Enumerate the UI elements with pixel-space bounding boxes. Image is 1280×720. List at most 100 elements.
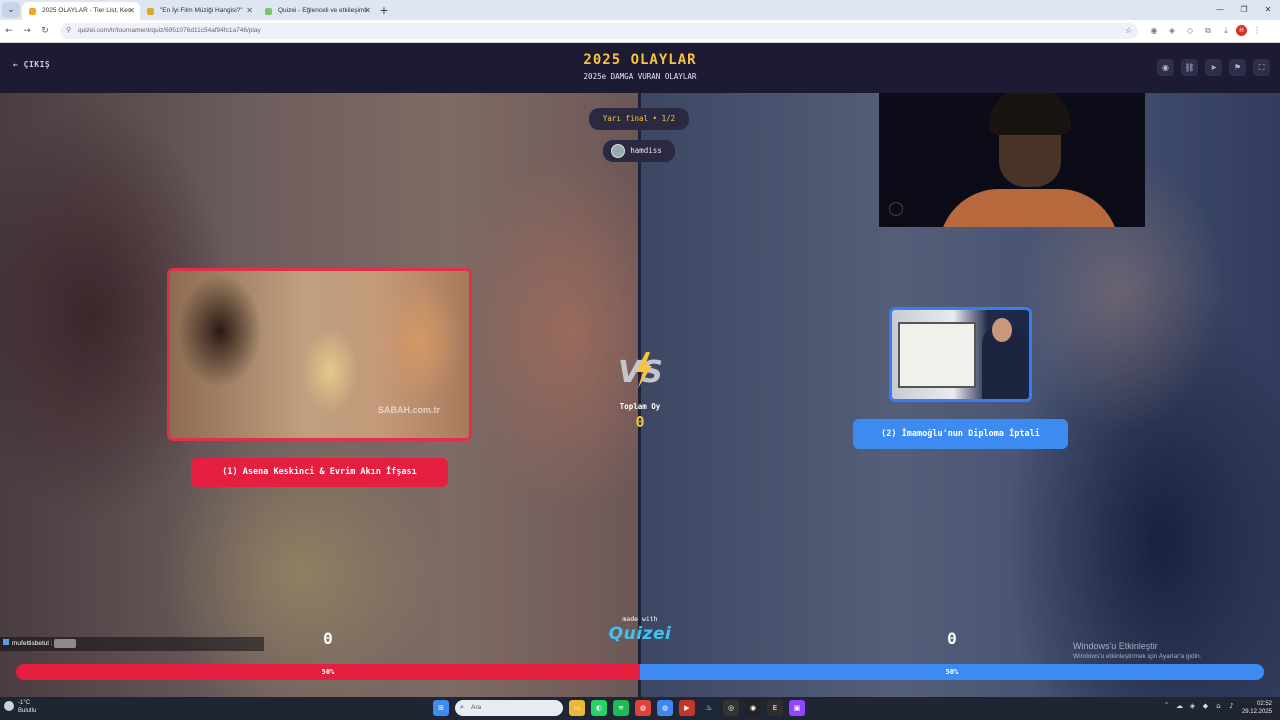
- tab-title: Quizei - Eğlenceli ve etkileşimli: [278, 7, 368, 14]
- weather-desc: Bulutlu: [18, 708, 37, 714]
- user-badge: hamdiss: [603, 140, 675, 162]
- app-icon[interactable]: ▶: [679, 700, 695, 716]
- quiz-title: 2025 OLAYLAR: [583, 52, 697, 68]
- webcam-logo: [889, 202, 903, 216]
- chat-emote-icon: [54, 638, 77, 648]
- clock-date: 29.12.2025: [1241, 709, 1272, 715]
- flag-icon[interactable]: ⚑: [1229, 59, 1246, 76]
- url-text: quizei.com/tr/tournament/quiz/6951076d11…: [78, 27, 261, 34]
- username: hamdiss: [630, 146, 662, 155]
- chat-badge-icon: [3, 639, 9, 645]
- header-actions: ◉ ⛓ ➤ ⚑ ⛶: [1150, 59, 1270, 76]
- send-icon[interactable]: ➤: [1205, 59, 1222, 76]
- new-tab-button[interactable]: +: [376, 2, 392, 20]
- quizei-logo[interactable]: Quizei: [598, 624, 682, 644]
- extension-icon[interactable]: ◇: [1182, 23, 1198, 39]
- windows-activation-watermark: Windows'u Etkinleştir Windows'u etkinleş…: [1073, 641, 1201, 660]
- option-2-image[interactable]: [889, 307, 1032, 402]
- webcam-headset: [989, 93, 1071, 135]
- tab-title: 2025 OLAYLAR - Tier List, Kes: [42, 7, 132, 14]
- vote-progress-bar: 50% 50%: [16, 664, 1264, 680]
- menu-dots-icon[interactable]: ⋮: [1249, 23, 1265, 39]
- diploma-document: [898, 322, 976, 388]
- tab-search-button[interactable]: ⌄: [2, 2, 20, 18]
- site-info-icon[interactable]: ⚲: [66, 23, 71, 39]
- link-icon[interactable]: ⛓: [1181, 59, 1198, 76]
- download-icon[interactable]: ⤓: [1218, 23, 1234, 39]
- tray-app-icon[interactable]: ◈: [1186, 702, 1199, 710]
- matchup-stage: Yarı final • 1/2 hamdiss SABAH.com.tr (1…: [0, 93, 1280, 697]
- tab-title: "En İyi Film Müziği Hangisi?": [160, 7, 243, 14]
- weather-widget[interactable]: -1°C Bulutlu: [4, 699, 36, 715]
- option-2-vote-share: 50%: [640, 664, 1264, 680]
- clock-time: 02:52: [1256, 701, 1272, 707]
- whatsapp-icon[interactable]: ◐: [591, 700, 607, 716]
- forward-arrow-icon[interactable]: →: [18, 26, 36, 36]
- system-tray: ˄ ☁ ◈ ◆ ⌂ ♪: [1160, 702, 1238, 710]
- epic-games-icon[interactable]: E: [767, 700, 783, 716]
- made-with-label: made with: [622, 615, 658, 623]
- tab-favicon-icon: [147, 8, 154, 15]
- reload-icon[interactable]: ↻: [36, 26, 54, 36]
- maximize-button[interactable]: ❐: [1232, 0, 1256, 20]
- option-2-button[interactable]: (2) İmamoğlu'nun Diploma İptali: [853, 419, 1068, 449]
- cloud-tray-icon[interactable]: ☁: [1173, 702, 1186, 710]
- github-icon[interactable]: ◉: [745, 700, 761, 716]
- chrome-profile-icon[interactable]: ◍: [657, 700, 673, 716]
- source-watermark: SABAH.com.tr: [378, 405, 441, 415]
- chat-username: mufettisbetul :: [12, 640, 53, 647]
- activation-subtitle: Windows'u etkinleştirmek için Ayarlar'a …: [1073, 653, 1202, 660]
- total-votes-value: 0: [635, 413, 645, 431]
- windows-start-icon[interactable]: ⊞: [433, 700, 449, 716]
- profile-avatar[interactable]: H: [1236, 25, 1247, 36]
- windows-taskbar: -1°C Bulutlu ⊞ ⌕ Ara ▭ ◐ ≋ ◍ ◍ ▶ ♨ ◎ ◉ E…: [0, 697, 1280, 720]
- close-window-button[interactable]: ✕: [1256, 0, 1280, 20]
- tab-close-icon[interactable]: ✕: [364, 2, 371, 20]
- tab-favicon-icon: [265, 8, 272, 15]
- tray-app-icon[interactable]: ◆: [1199, 702, 1212, 710]
- system-clock[interactable]: 02:52 29.12.2025: [1242, 700, 1272, 716]
- extension-icon[interactable]: ◈: [1164, 23, 1180, 39]
- network-icon[interactable]: ⌂: [1212, 702, 1225, 710]
- activation-title: Windows'u Etkinleştir: [1073, 641, 1158, 651]
- fullscreen-icon[interactable]: ⛶: [1253, 59, 1270, 76]
- option-1-vote-share: 50%: [16, 664, 640, 680]
- tab-close-icon[interactable]: ✕: [128, 2, 135, 20]
- webcam-person: [939, 189, 1119, 227]
- obs-icon[interactable]: ◎: [723, 700, 739, 716]
- browser-tab-2[interactable]: "En İyi Film Müziği Hangisi?" ✕: [140, 2, 258, 20]
- tray-chevron-icon[interactable]: ˄: [1160, 702, 1173, 710]
- weather-temp: -1°C: [18, 700, 31, 706]
- browser-tab-1[interactable]: 2025 OLAYLAR - Tier List, Kes ✕: [22, 2, 140, 20]
- tab-close-icon[interactable]: ✕: [246, 2, 253, 20]
- url-field[interactable]: ⚲ quizei.com/tr/tournament/quiz/6951076d…: [60, 23, 1138, 39]
- photo-head: [992, 318, 1012, 342]
- puzzle-icon[interactable]: ⧉: [1200, 23, 1216, 39]
- user-avatar: [611, 144, 625, 158]
- taskbar-apps: ⊞ ⌕ Ara ▭ ◐ ≋ ◍ ◍ ▶ ♨ ◎ ◉ E ▣: [433, 700, 811, 716]
- browser-tab-3[interactable]: Quizei - Eğlenceli ve etkileşimli ✕: [258, 2, 376, 20]
- option-1-image[interactable]: SABAH.com.tr: [167, 268, 472, 441]
- bookmark-star-icon[interactable]: ☆: [1125, 23, 1132, 39]
- window-controls: — ❐ ✕: [1208, 0, 1280, 20]
- search-icon: ⌕: [460, 704, 464, 711]
- spotify-icon[interactable]: ≋: [613, 700, 629, 716]
- file-explorer-icon[interactable]: ▭: [569, 700, 585, 716]
- round-badge: Yarı final • 1/2: [589, 108, 689, 130]
- chrome-icon[interactable]: ◍: [635, 700, 651, 716]
- option-1-button[interactable]: (1) Asena Keskinci & Evrim Akın İfşası: [191, 458, 448, 487]
- back-arrow-icon[interactable]: ←: [0, 26, 18, 36]
- extension-icon[interactable]: ◉: [1146, 23, 1162, 39]
- search-placeholder: Ara: [471, 704, 482, 711]
- option-1-votes: 0: [323, 629, 333, 648]
- minimize-button[interactable]: —: [1208, 0, 1232, 20]
- twitch-icon[interactable]: ▣: [789, 700, 805, 716]
- taskbar-search[interactable]: ⌕ Ara: [455, 700, 563, 716]
- volume-icon[interactable]: ♪: [1225, 702, 1238, 710]
- total-votes-label: Toplam Oy: [619, 402, 661, 411]
- center-divider: [638, 93, 641, 697]
- eye-icon[interactable]: ◉: [1157, 59, 1174, 76]
- address-bar-row: ← → ↻ ⚲ quizei.com/tr/tournament/quiz/69…: [0, 20, 1280, 43]
- cloud-icon: [4, 701, 14, 711]
- steam-icon[interactable]: ♨: [701, 700, 717, 716]
